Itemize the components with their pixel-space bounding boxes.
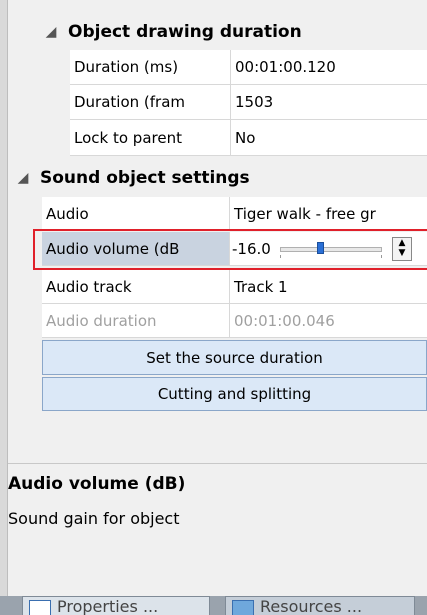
- property-value: 00:01:00.046: [234, 311, 335, 330]
- properties-icon: [29, 600, 51, 615]
- property-row-duration-frames[interactable]: Duration (fram 1503: [70, 85, 427, 120]
- volume-slider[interactable]: [280, 239, 386, 259]
- left-panel-edge: [0, 0, 8, 596]
- section-title: Sound object settings: [40, 168, 250, 188]
- property-value[interactable]: Tiger walk - free gr: [230, 197, 427, 230]
- property-name: Audio: [42, 197, 230, 230]
- slider-tick-marks: [280, 254, 382, 258]
- property-value[interactable]: 00:01:00.120: [231, 50, 427, 84]
- property-name: Audio volume (dB: [42, 232, 230, 265]
- property-row-audio-duration: Audio duration 00:01:00.046: [42, 304, 427, 338]
- property-row-audio-track[interactable]: Audio track Track 1: [42, 270, 427, 304]
- resources-icon: [232, 600, 254, 615]
- property-row-audio[interactable]: Audio Tiger walk - free gr: [42, 197, 427, 231]
- property-name: Lock to parent: [70, 120, 231, 155]
- cutting-splitting-button[interactable]: Cutting and splitting: [42, 377, 427, 411]
- property-row-lock-to-parent[interactable]: Lock to parent No: [70, 120, 427, 156]
- bottom-tab-strip: Properties ... Resources ...: [0, 596, 427, 615]
- tab-properties[interactable]: Properties ...: [22, 596, 210, 615]
- collapse-triangle-icon[interactable]: ◢: [14, 170, 32, 186]
- property-row-duration-ms[interactable]: Duration (ms) 00:01:00.120: [70, 50, 427, 85]
- collapse-triangle-icon[interactable]: ◢: [42, 24, 60, 40]
- property-name: Duration (fram: [70, 85, 231, 119]
- set-source-duration-button[interactable]: Set the source duration: [42, 340, 427, 375]
- property-value[interactable]: Track 1: [230, 270, 427, 303]
- tab-label: Properties ...: [57, 597, 159, 615]
- section-title: Object drawing duration: [68, 22, 302, 42]
- volume-spinner[interactable]: ▲ ▼: [392, 236, 412, 261]
- spinner-up-icon[interactable]: ▲: [393, 238, 411, 248]
- slider-track: [280, 246, 382, 252]
- property-value[interactable]: No: [231, 120, 427, 155]
- description-text: Sound gain for object: [8, 509, 180, 528]
- section-header-drawing-duration[interactable]: ◢ Object drawing duration: [42, 14, 427, 50]
- spinner-down-icon[interactable]: ▼: [393, 248, 411, 258]
- property-row-audio-volume[interactable]: Audio volume (dB -16.0 ▲ ▼: [42, 232, 427, 266]
- description-title: Audio volume (dB): [8, 474, 186, 494]
- tab-label: Resources ...: [260, 597, 363, 615]
- property-value[interactable]: 1503: [231, 85, 427, 119]
- volume-value[interactable]: -16.0: [232, 240, 276, 258]
- slider-thumb[interactable]: [317, 241, 324, 254]
- property-name: Audio track: [42, 270, 230, 303]
- property-name: Duration (ms): [70, 50, 231, 84]
- tab-resources[interactable]: Resources ...: [225, 596, 415, 615]
- property-name: Audio duration: [42, 304, 230, 337]
- section-header-sound-settings[interactable]: ◢ Sound object settings: [14, 160, 427, 196]
- top-strip: [8, 0, 427, 14]
